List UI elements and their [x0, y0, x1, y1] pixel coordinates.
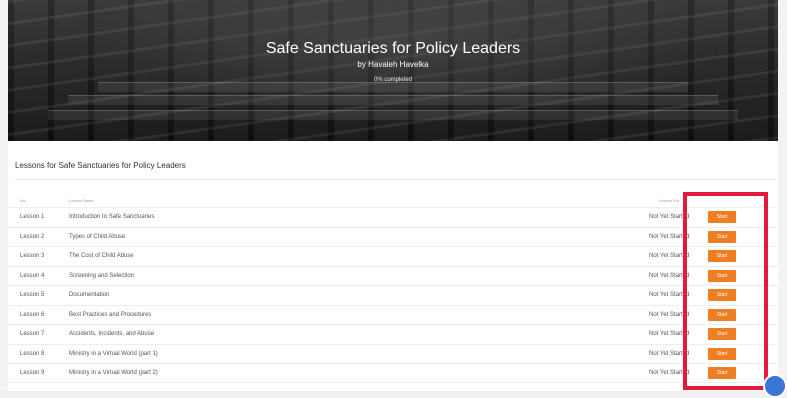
header-number: No. [20, 198, 27, 203]
page: Safe Sanctuaries for Policy Leaders by H… [0, 0, 787, 398]
lesson-number: Lesson 9 [20, 370, 45, 376]
course-progress-text: 0% completed [373, 77, 413, 83]
lesson-name: Best Practices and Procedures [69, 311, 152, 318]
lesson-name: Introduction to Safe Sanctuaries [69, 214, 155, 220]
lesson-row: Lesson 7 Accidents, Incidents, and Abuse… [8, 324, 778, 344]
banner-pew-decoration [48, 110, 738, 120]
lesson-status: Not Yet Started [649, 370, 690, 376]
start-lesson-button[interactable]: Start [708, 230, 736, 243]
header-lesson-name: Lesson Name [69, 198, 94, 203]
lesson-number: Lesson 7 [20, 331, 45, 337]
start-lesson-button[interactable]: Start [708, 250, 736, 262]
lesson-row: Lesson 5 Documentation Not Yet Started S… [8, 285, 778, 305]
lesson-row: Lesson 6 Best Practices and Procedures N… [8, 304, 778, 325]
course-author: by Havaleh Havelka [357, 60, 429, 69]
lesson-number: Lesson 3 [20, 253, 45, 259]
start-lesson-button[interactable]: Start [708, 328, 736, 340]
lesson-row: Lesson 1 Introduction to Safe Sanctuarie… [8, 207, 778, 227]
course-title: Safe Sanctuaries for Policy Leaders [265, 40, 521, 57]
lesson-row: Lesson 2 Types of Child Abuse Not Yet St… [8, 226, 778, 247]
lesson-row: Lesson 3 The Cost of Child Abuse Not Yet… [8, 246, 778, 266]
lesson-status: Not Yet Started [649, 331, 690, 337]
lesson-status: Not Yet Started [649, 311, 690, 318]
lesson-name: The Cost of Child Abuse [69, 253, 134, 259]
lesson-status: Not Yet Started [649, 350, 690, 357]
lesson-row: Lesson 9 Ministry in a Virtual World (pa… [8, 363, 778, 383]
start-lesson-button[interactable]: Start [708, 367, 736, 379]
lesson-status: Not Yet Started [649, 272, 690, 279]
lesson-name: Ministry in a Virtual World (part 2) [69, 370, 158, 376]
lesson-row: Lesson 4 Screening and Selection Not Yet… [8, 265, 778, 286]
lesson-row: Lesson 8 Ministry in a Virtual World (pa… [8, 343, 778, 364]
course-hero-banner: Safe Sanctuaries for Policy Leaders by H… [8, 0, 778, 141]
lessons-table-body: Lesson 1 Introduction to Safe Sanctuarie… [8, 207, 778, 383]
lesson-name: Types of Child Abuse [69, 233, 126, 240]
lesson-number: Lesson 5 [20, 292, 45, 298]
lesson-name: Screening and Selection [69, 272, 135, 279]
lesson-number: Lesson 6 [20, 311, 45, 318]
chat-widget-icon[interactable] [763, 374, 787, 398]
lesson-number: Lesson 4 [20, 272, 45, 279]
section-divider [15, 179, 775, 180]
lessons-section-title: Lessons for Safe Sanctuaries for Policy … [15, 161, 186, 170]
banner-pew-decoration [98, 82, 688, 92]
lesson-name: Documentation [69, 292, 110, 298]
lesson-status: Not Yet Started [649, 233, 690, 240]
lesson-name: Ministry in a Virtual World (part 1) [69, 350, 158, 357]
banner-pew-decoration [68, 95, 718, 105]
lesson-status: Not Yet Started [649, 253, 690, 259]
header-lesson-progress: Lesson Pro [659, 198, 680, 203]
start-lesson-button[interactable]: Start [708, 289, 736, 301]
lesson-number: Lesson 1 [20, 214, 45, 220]
lesson-number: Lesson 8 [20, 350, 45, 357]
lesson-status: Not Yet Started [649, 292, 690, 298]
start-lesson-button[interactable]: Start [708, 308, 736, 321]
lessons-panel: Lessons for Safe Sanctuaries for Policy … [8, 141, 778, 391]
lesson-name: Accidents, Incidents, and Abuse [69, 331, 155, 337]
start-lesson-button[interactable]: Start [708, 347, 736, 360]
start-lesson-button[interactable]: Start [708, 269, 736, 282]
lesson-number: Lesson 2 [20, 233, 45, 240]
start-lesson-button[interactable]: Start [708, 211, 736, 223]
lesson-status: Not Yet Started [649, 214, 690, 220]
